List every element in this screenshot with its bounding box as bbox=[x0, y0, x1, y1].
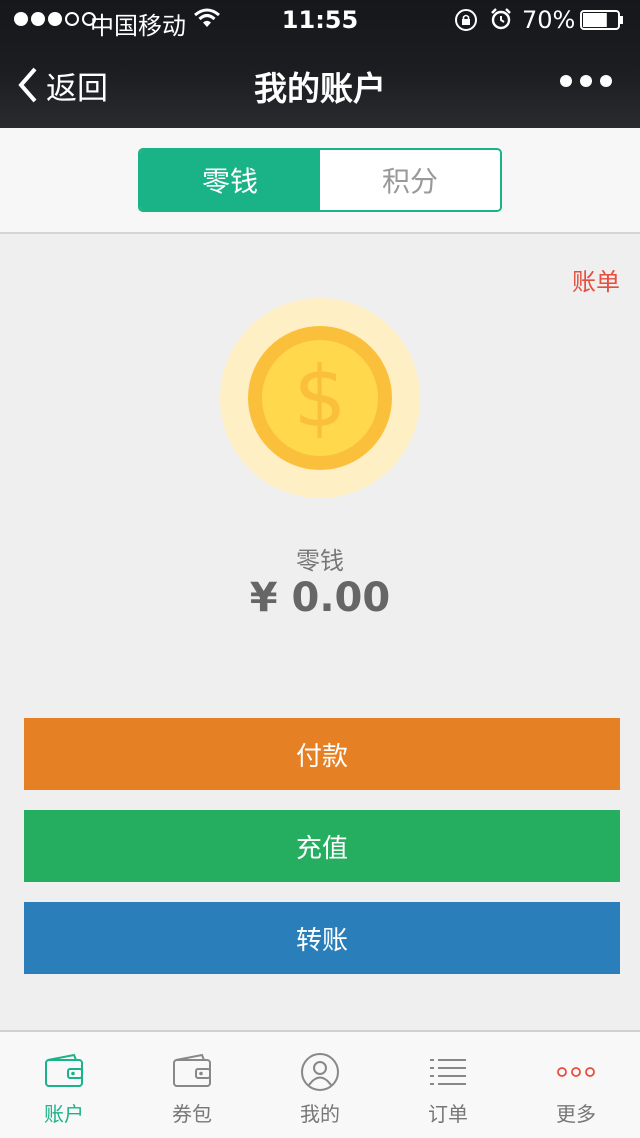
tab-points[interactable]: 积分 bbox=[320, 150, 500, 210]
more-dot bbox=[600, 75, 612, 87]
more-dots-icon bbox=[557, 1067, 595, 1077]
balance-amount: ¥ 0.00 bbox=[249, 575, 391, 621]
tab-change[interactable]: 零钱 bbox=[140, 150, 320, 210]
tab-orders[interactable]: 订单 bbox=[384, 1032, 512, 1138]
tab-label: 我的 bbox=[300, 1102, 340, 1126]
status-bar: 中国移动 11:55 70% bbox=[0, 0, 640, 40]
pay-button[interactable]: 付款 bbox=[24, 718, 620, 790]
svg-text:$: $ bbox=[293, 348, 346, 446]
page-title: 我的账户 bbox=[254, 69, 386, 108]
more-options-button[interactable] bbox=[560, 75, 612, 87]
transfer-button[interactable]: 转账 bbox=[24, 902, 620, 974]
coupon-wallet-icon bbox=[173, 1053, 211, 1087]
tab-more[interactable]: 更多 bbox=[512, 1032, 640, 1138]
alarm-icon bbox=[491, 8, 511, 30]
segment-area: 零钱 积分 bbox=[0, 128, 640, 234]
bottom-tab-bar: 账户 券包 我的 订单 更多 bbox=[0, 1030, 640, 1138]
coin-icon: $ bbox=[220, 298, 420, 498]
bill-link[interactable]: 账单 bbox=[572, 262, 620, 297]
more-dot bbox=[580, 75, 592, 87]
navigation-bar: 返回 我的账户 bbox=[0, 40, 640, 128]
tab-coupons[interactable]: 券包 bbox=[128, 1032, 256, 1138]
battery-percent: 70% bbox=[522, 6, 576, 34]
more-dot bbox=[560, 75, 572, 87]
tab-mine[interactable]: 我的 bbox=[256, 1032, 384, 1138]
tab-label: 订单 bbox=[428, 1102, 468, 1126]
recharge-button[interactable]: 充值 bbox=[24, 810, 620, 882]
tab-account[interactable]: 账户 bbox=[0, 1032, 128, 1138]
tab-label: 券包 bbox=[172, 1102, 212, 1126]
balance-label: 零钱 bbox=[296, 547, 344, 575]
tab-label: 账户 bbox=[44, 1102, 84, 1126]
rotation-lock-icon bbox=[455, 9, 477, 31]
battery-icon bbox=[580, 10, 623, 30]
wallet-icon bbox=[45, 1053, 83, 1087]
tab-label: 更多 bbox=[556, 1102, 596, 1126]
user-icon bbox=[301, 1053, 339, 1091]
segmented-control: 零钱 积分 bbox=[138, 148, 502, 212]
top-bar: 中国移动 11:55 70% 返回 我的账户 bbox=[0, 0, 640, 128]
list-icon bbox=[430, 1059, 466, 1085]
